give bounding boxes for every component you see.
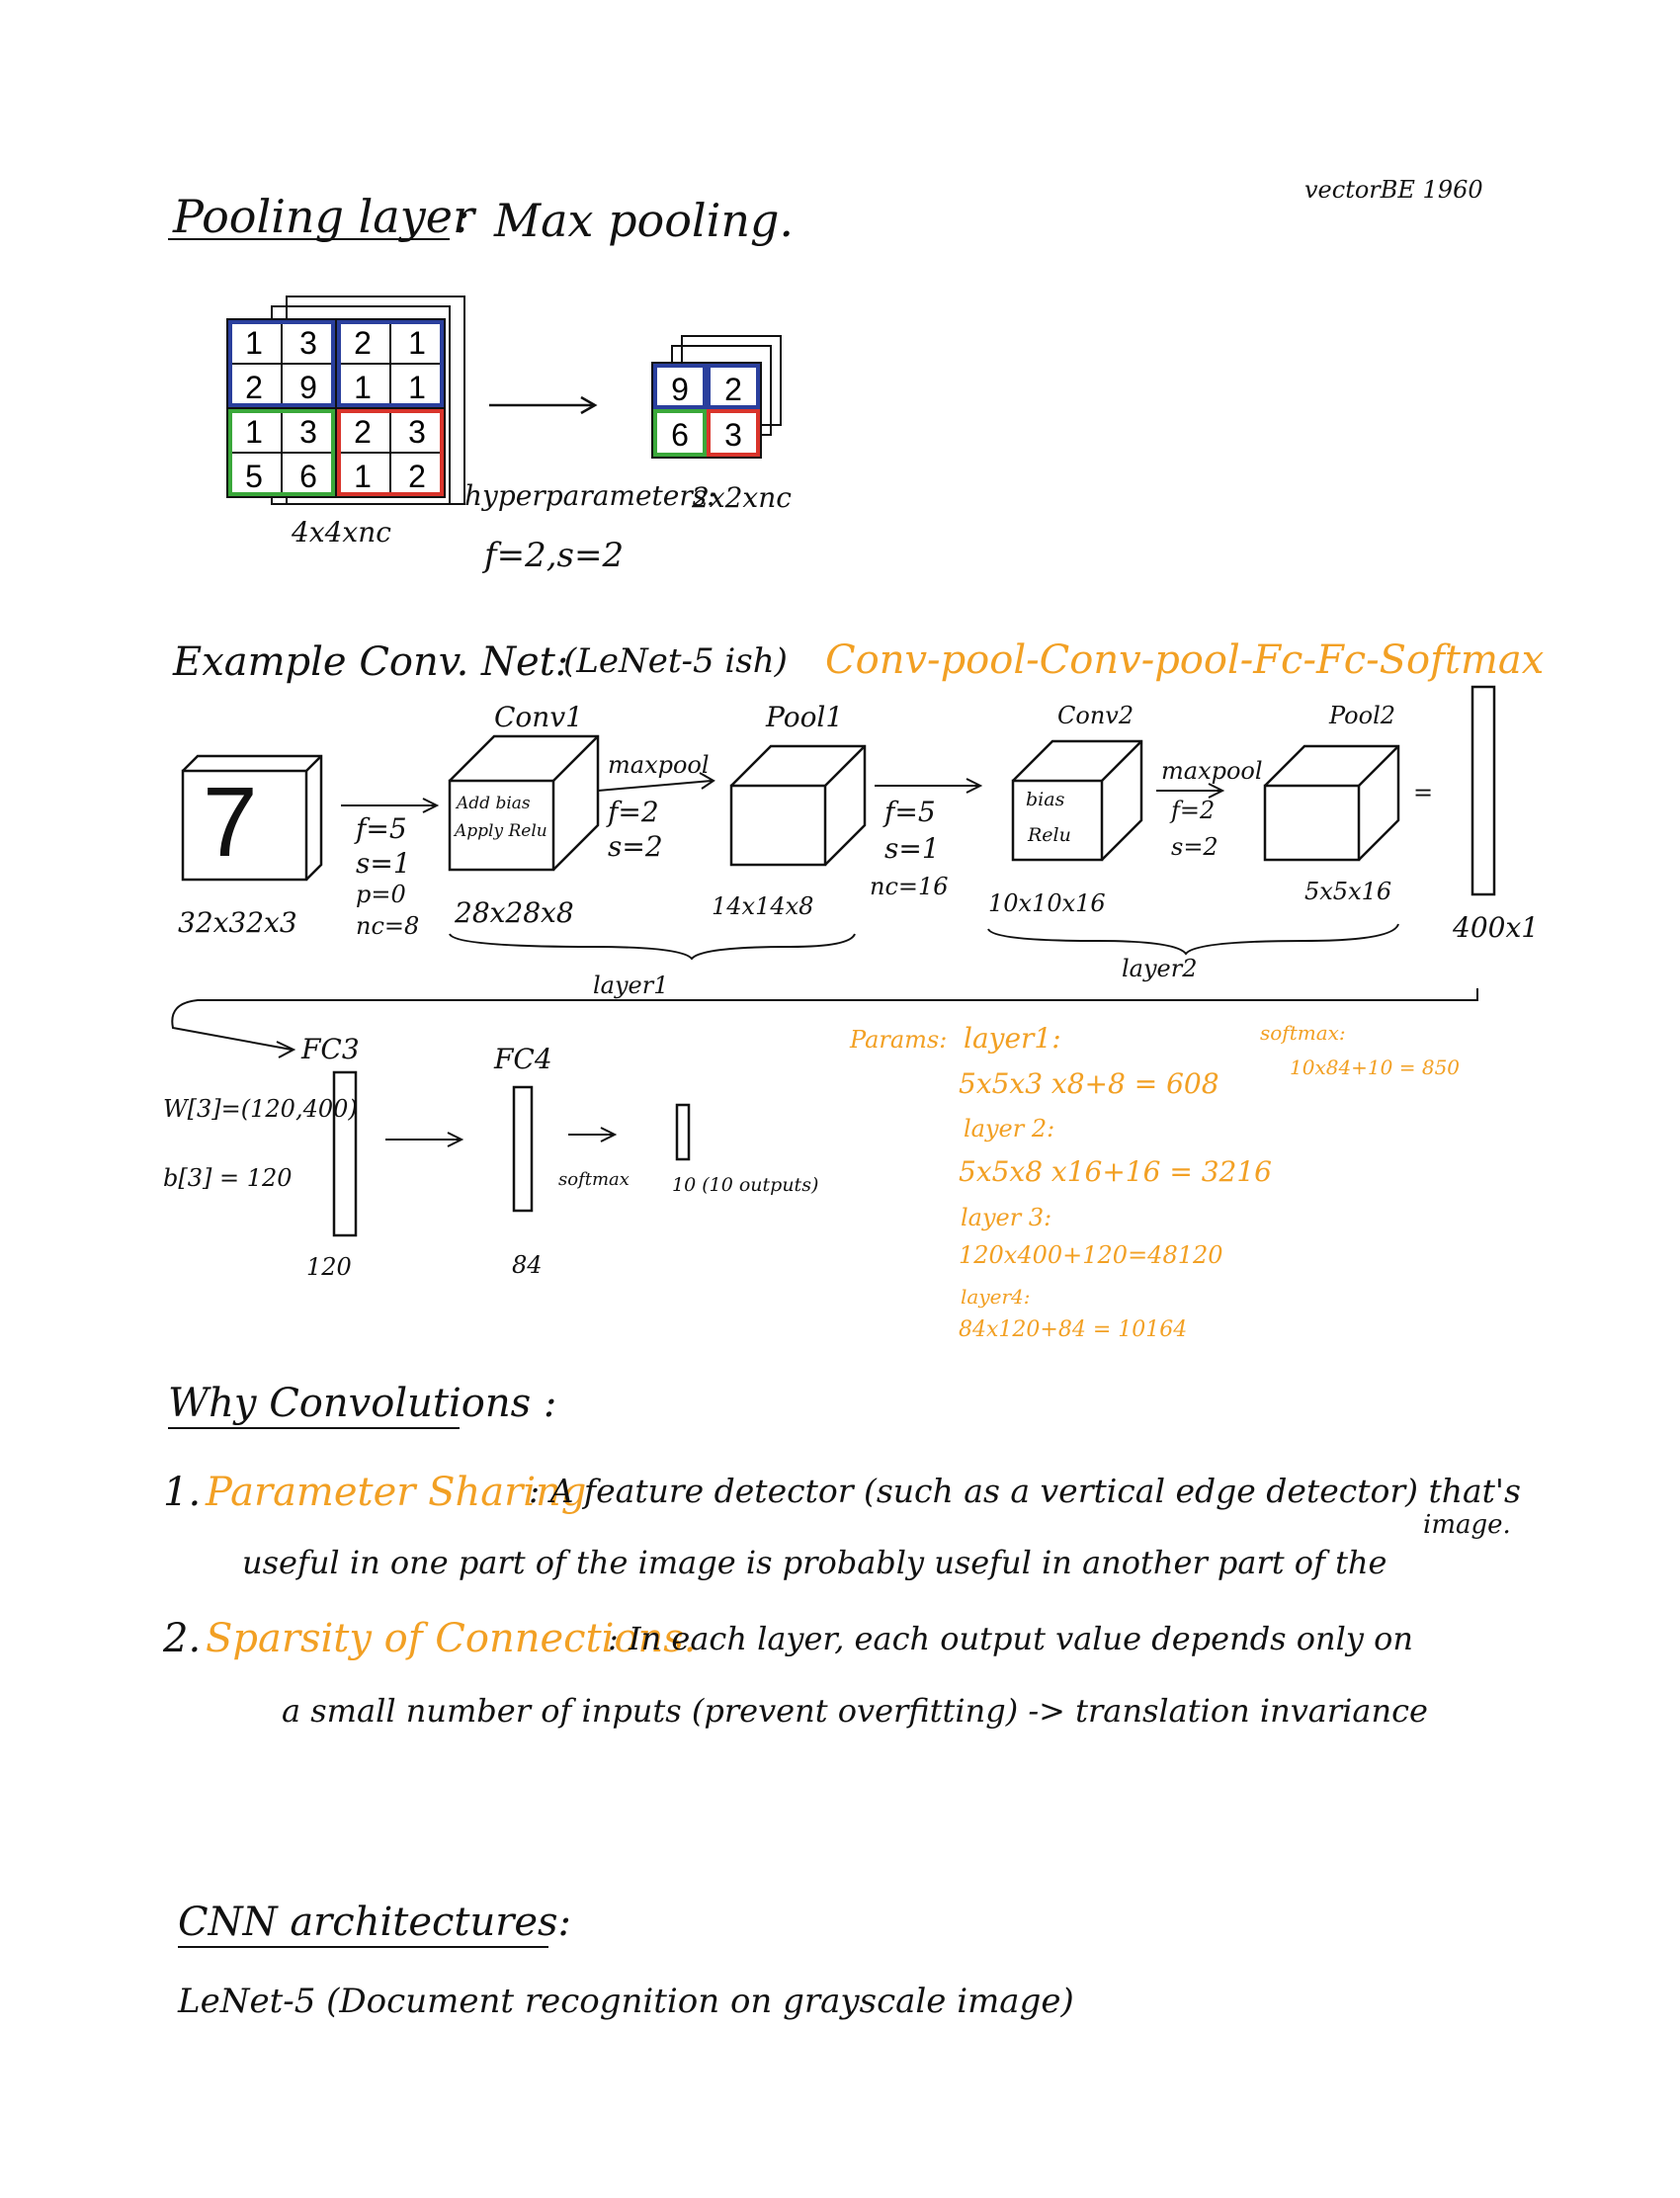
params-layer1-label: layer1: (964, 1022, 1061, 1055)
input-cell-r1-c0: 2 (245, 370, 263, 405)
conv2-dims: 10x10x16 (988, 889, 1106, 917)
params-layer3-calc: 120x400+120=48120 (959, 1241, 1223, 1269)
input-dims: 32x32x3 (178, 906, 297, 939)
params-title: Params: (850, 1026, 948, 1054)
params-layer3-label: layer 3: (961, 1204, 1052, 1231)
input-cell-r0-c0: 1 (245, 325, 263, 361)
fc3-label: FC3 (301, 1033, 360, 1065)
cnn-lenet: LeNet-5 (Document recognition on graysca… (178, 1982, 1074, 2021)
params-layer2-calc: 5x5x8 x16+16 = 3216 (959, 1155, 1272, 1188)
conv2-label: Conv2 (1057, 702, 1134, 729)
pooling-output-dims: 2x2xnc (692, 481, 792, 514)
why-item1-text1: : A feature detector (such as a vertical… (529, 1472, 1521, 1510)
params-layer4-calc: 84x120+84 = 10164 (959, 1317, 1188, 1342)
why-item2-text1: : In each layer, each output value depen… (608, 1620, 1413, 1657)
example-sequence: Conv-pool-Conv-pool-Fc-Fc-Softmax (825, 637, 1545, 683)
why-item2-number: 2. (163, 1616, 202, 1661)
params-layer2-label: layer 2: (964, 1115, 1055, 1142)
cnn-title: CNN architectures: (178, 1900, 572, 1945)
pool2-label: Pool2 (1329, 702, 1396, 729)
params-layer1-calc: 5x5x3 x8+8 = 608 (959, 1067, 1219, 1100)
input-cell-r1-c3: 1 (408, 370, 426, 405)
fc3-size: 120 (306, 1253, 352, 1281)
input-cell-r1-c1: 9 (299, 370, 317, 405)
conv1-param-f: f=5 (356, 812, 407, 845)
equals-sign: = (1413, 779, 1434, 806)
input-cell-r1-c2: 1 (354, 370, 372, 405)
conv2-inner-relu: Relu (1028, 824, 1071, 846)
conv1-label: Conv1 (494, 701, 583, 733)
conv1-dims: 28x28x8 (455, 896, 574, 929)
conv1-inner-relu: Apply Relu (455, 821, 547, 841)
maxpool2-label: maxpool (1161, 757, 1263, 785)
pool2-dims: 5x5x16 (1304, 878, 1392, 905)
pooling-subtitle: Max pooling. (494, 194, 795, 247)
input-cell-r0-c3: 1 (408, 325, 426, 361)
pool1-cube (729, 744, 867, 867)
maxpool1-label: maxpool (608, 751, 710, 779)
fc4-size: 84 (512, 1251, 543, 1279)
softmax-label: softmax (558, 1169, 630, 1190)
layer2-brace (987, 923, 1399, 956)
fc4-vector (512, 1085, 534, 1213)
fc3-weights: W[3]=(120,400) (163, 1095, 358, 1123)
flatten-vector (1470, 685, 1496, 896)
conv1-param-p: p=0 (356, 881, 406, 908)
why-item1-number: 1. (163, 1470, 202, 1515)
pool1-dims: 14x14x8 (712, 892, 814, 920)
conv2-param-nc: nc=16 (870, 873, 949, 900)
maxpool1-f: f=2 (608, 796, 659, 828)
params-layer4-label: layer4: (961, 1285, 1031, 1309)
conv1-inner-bias: Add bias (457, 794, 531, 813)
output-label: 10 (10 outputs) (672, 1174, 819, 1196)
output-cell-r0-c1: 2 (724, 372, 742, 407)
pooling-title-colon: : (455, 190, 470, 243)
input-cell-r3-c1: 6 (299, 459, 317, 494)
why-title: Why Convolutions : (168, 1381, 557, 1426)
layer2-label: layer2 (1122, 955, 1198, 982)
input-cell-r3-c3: 2 (408, 459, 426, 494)
pool1-label: Pool1 (766, 701, 844, 733)
input-cell-r0-c1: 3 (299, 325, 317, 361)
example-title: Example Conv. Net: (173, 639, 569, 685)
params-softmax-label: softmax: (1260, 1021, 1346, 1045)
output-cell-r0-c0: 9 (671, 372, 689, 407)
pooling-title: Pooling layer (173, 190, 474, 243)
layer1-brace (449, 933, 856, 961)
example-paren: (LeNet-5 ish) (563, 641, 788, 681)
input-digit: 7 (203, 767, 258, 878)
conv1-param-s: s=1 (356, 847, 411, 880)
params-softmax-calc: 10x84+10 = 850 (1290, 1056, 1461, 1079)
conv1-param-nc: nc=8 (356, 912, 420, 940)
conv2-param-f: f=5 (884, 796, 936, 828)
why-item1-text3: image. (1423, 1510, 1511, 1540)
pooling-input-dims: 4x4xnc (292, 516, 391, 549)
maxpool2-f: f=2 (1171, 797, 1216, 824)
maxpool1-s: s=2 (608, 830, 663, 863)
input-cell-r0-c2: 2 (354, 325, 372, 361)
why-item1-text2: useful in one part of the image is proba… (242, 1544, 1387, 1581)
output-cell-r1-c1: 3 (724, 417, 742, 453)
fc4-label: FC4 (494, 1043, 552, 1075)
pool2-cube (1263, 744, 1400, 862)
fc3-bias: b[3] = 120 (163, 1164, 293, 1192)
input-cell-r2-c1: 3 (299, 414, 317, 450)
input-cell-r2-c2: 2 (354, 414, 372, 450)
conv2-param-s: s=1 (884, 832, 940, 865)
hyperparameters-values: f=2,s=2 (484, 536, 625, 575)
output-cell-r1-c0: 6 (671, 417, 689, 453)
input-cell-r2-c3: 3 (408, 414, 426, 450)
input-cell-r3-c0: 5 (245, 459, 263, 494)
why-item2-text2: a small number of inputs (prevent overfi… (282, 1692, 1428, 1730)
conv2-inner-bias: bias (1026, 789, 1065, 810)
hyperparameters-label: hyperparameters: (464, 479, 716, 512)
input-cell-r3-c2: 1 (354, 459, 372, 494)
input-cell-r2-c0: 1 (245, 414, 263, 450)
maxpool2-s: s=2 (1171, 833, 1218, 861)
output-vector (675, 1103, 691, 1161)
signature: vectorBE 1960 (1304, 176, 1483, 204)
layer1-label: layer1 (593, 972, 669, 999)
flatten-dims: 400x1 (1453, 911, 1540, 944)
